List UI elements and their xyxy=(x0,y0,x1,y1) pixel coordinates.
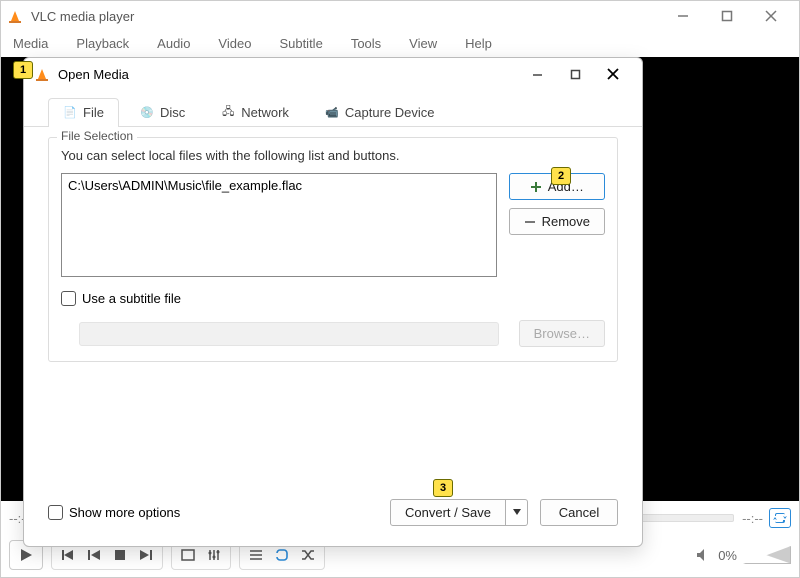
browse-button-label: Browse… xyxy=(534,326,590,341)
menu-view[interactable]: View xyxy=(401,34,445,53)
vlc-cone-icon xyxy=(34,66,50,82)
menu-help[interactable]: Help xyxy=(457,34,500,53)
minus-icon xyxy=(524,216,536,228)
dialog-footer: Show more options Convert / Save Cancel xyxy=(24,490,642,546)
close-button[interactable] xyxy=(749,1,793,31)
menu-subtitle[interactable]: Subtitle xyxy=(271,34,330,53)
dialog-maximize-button[interactable] xyxy=(556,60,594,88)
tab-file-label: File xyxy=(83,105,104,120)
tab-file[interactable]: 📄 File xyxy=(48,98,119,126)
checkbox-icon xyxy=(61,291,76,306)
file-selection-group: File Selection You can select local file… xyxy=(48,137,618,362)
maximize-button[interactable] xyxy=(705,1,749,31)
time-total: --:-- xyxy=(742,511,763,526)
step-badge-3: 3 xyxy=(433,479,453,497)
plus-icon xyxy=(530,181,542,193)
loop-indicator-icon[interactable] xyxy=(769,508,791,528)
tab-capture-label: Capture Device xyxy=(345,105,435,120)
volume-slider[interactable] xyxy=(743,546,791,564)
file-selection-hint: You can select local files with the foll… xyxy=(61,148,605,163)
checkbox-icon xyxy=(48,505,63,520)
tab-disc-label: Disc xyxy=(160,105,185,120)
chevron-down-icon xyxy=(513,509,521,515)
dialog-title: Open Media xyxy=(58,67,129,82)
tab-capture[interactable]: 📹 Capture Device xyxy=(310,98,450,126)
dialog-minimize-button[interactable] xyxy=(518,60,556,88)
menu-audio[interactable]: Audio xyxy=(149,34,198,53)
file-selection-label: File Selection xyxy=(57,129,137,143)
dialog-tabstrip: 📄 File 💿 Disc 🖧 Network 📹 Capture Device xyxy=(24,90,642,127)
disc-icon: 💿 xyxy=(140,106,154,120)
subtitle-path-field xyxy=(79,322,499,346)
main-window: VLC media player Media Playback Audio Vi… xyxy=(0,0,800,578)
menu-playback[interactable]: Playback xyxy=(68,34,137,53)
capture-icon: 📹 xyxy=(325,106,339,120)
convert-save-button[interactable]: Convert / Save xyxy=(390,499,528,526)
network-icon: 🖧 xyxy=(221,106,235,120)
subtitle-checkbox-label: Use a subtitle file xyxy=(82,291,181,306)
file-list[interactable]: C:\Users\ADMIN\Music\file_example.flac xyxy=(61,173,497,277)
subtitle-checkbox[interactable]: Use a subtitle file xyxy=(61,291,181,306)
cancel-button[interactable]: Cancel xyxy=(540,499,618,526)
step-badge-1: 1 xyxy=(13,61,33,79)
convert-save-label: Convert / Save xyxy=(405,505,491,520)
app-title: VLC media player xyxy=(31,9,134,24)
file-list-item[interactable]: C:\Users\ADMIN\Music\file_example.flac xyxy=(68,178,490,193)
dialog-close-button[interactable] xyxy=(594,60,632,88)
remove-button[interactable]: Remove xyxy=(509,208,605,235)
speaker-icon[interactable] xyxy=(696,548,712,562)
tab-network[interactable]: 🖧 Network xyxy=(206,98,304,126)
show-more-label: Show more options xyxy=(69,505,180,520)
step-badge-2: 2 xyxy=(551,167,571,185)
open-media-dialog: Open Media 📄 File 💿 Disc 🖧 Network 📹 Cap… xyxy=(23,57,643,547)
file-icon: 📄 xyxy=(63,106,77,120)
show-more-options-checkbox[interactable]: Show more options xyxy=(48,505,180,520)
minimize-button[interactable] xyxy=(661,1,705,31)
volume-percent: 0% xyxy=(718,548,737,563)
convert-dropdown-button[interactable] xyxy=(506,499,528,526)
dialog-titlebar: Open Media xyxy=(24,58,642,90)
vlc-cone-icon xyxy=(7,8,23,24)
menu-tools[interactable]: Tools xyxy=(343,34,389,53)
menu-media[interactable]: Media xyxy=(5,34,56,53)
main-titlebar: VLC media player xyxy=(1,1,799,31)
tab-network-label: Network xyxy=(241,105,289,120)
main-menubar: Media Playback Audio Video Subtitle Tool… xyxy=(1,31,799,55)
menu-video[interactable]: Video xyxy=(210,34,259,53)
remove-button-label: Remove xyxy=(542,214,590,229)
cancel-button-label: Cancel xyxy=(559,505,599,520)
browse-subtitle-button: Browse… xyxy=(519,320,605,347)
tab-disc[interactable]: 💿 Disc xyxy=(125,98,200,126)
